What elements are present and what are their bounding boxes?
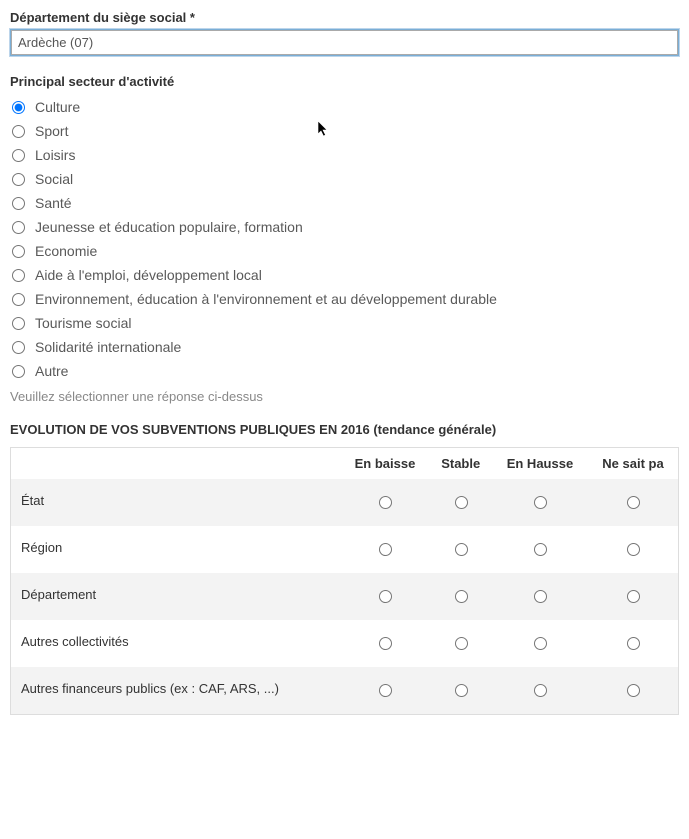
evolution-heading: EVOLUTION DE VOS SUBVENTIONS PUBLIQUES E…	[10, 422, 679, 437]
matrix-row-label-region: Région	[11, 526, 341, 573]
matrix-cell	[429, 573, 491, 620]
matrix-cell	[492, 620, 588, 667]
secteur-label-sport[interactable]: Sport	[35, 123, 68, 139]
secteur-label-jeunesse[interactable]: Jeunesse et éducation populaire, formati…	[35, 219, 303, 235]
secteur-option-economie: Economie	[10, 239, 679, 263]
secteur-label-solidarite[interactable]: Solidarité internationale	[35, 339, 181, 355]
secteur-radio-environnement[interactable]	[12, 293, 25, 306]
matrix-cell	[429, 479, 491, 526]
matrix-cell	[588, 620, 679, 667]
matrix-cell	[492, 479, 588, 526]
secteur-label-social[interactable]: Social	[35, 171, 73, 187]
matrix-radio-autres-coll-1[interactable]	[455, 637, 468, 650]
matrix-corner	[11, 448, 341, 480]
secteur-radio-social[interactable]	[12, 173, 25, 186]
matrix-radio-departement-2[interactable]	[534, 590, 547, 603]
secteur-radio-economie[interactable]	[12, 245, 25, 258]
matrix-cell	[429, 620, 491, 667]
matrix-cell	[492, 667, 588, 715]
matrix-radio-etat-1[interactable]	[455, 496, 468, 509]
matrix-radio-autres-coll-0[interactable]	[379, 637, 392, 650]
matrix-radio-autres-coll-2[interactable]	[534, 637, 547, 650]
matrix-radio-etat-3[interactable]	[627, 496, 640, 509]
secteur-radio-group: Culture Sport Loisirs Social Santé Jeunesse e…	[10, 95, 679, 383]
matrix-radio-autres-fin-3[interactable]	[627, 684, 640, 697]
matrix-radio-autres-fin-0[interactable]	[379, 684, 392, 697]
secteur-radio-sante[interactable]	[12, 197, 25, 210]
secteur-option-sport: Sport	[10, 119, 679, 143]
matrix-cell	[588, 667, 679, 715]
matrix-col-header: Ne sait pa	[588, 448, 679, 480]
matrix-radio-region-2[interactable]	[534, 543, 547, 556]
departement-select[interactable]	[11, 30, 678, 55]
secteur-radio-culture[interactable]	[12, 101, 25, 114]
secteur-radio-jeunesse[interactable]	[12, 221, 25, 234]
matrix-radio-autres-fin-1[interactable]	[455, 684, 468, 697]
secteur-option-autre: Autre	[10, 359, 679, 383]
secteur-label-culture[interactable]: Culture	[35, 99, 80, 115]
secteur-label-loisirs[interactable]: Loisirs	[35, 147, 75, 163]
secteur-radio-loisirs[interactable]	[12, 149, 25, 162]
secteur-option-sante: Santé	[10, 191, 679, 215]
matrix-cell	[341, 620, 430, 667]
table-row: État	[11, 479, 679, 526]
secteur-label-tourisme[interactable]: Tourisme social	[35, 315, 131, 331]
matrix-cell	[588, 479, 679, 526]
matrix-cell	[429, 526, 491, 573]
matrix-cell	[588, 573, 679, 620]
matrix-cell	[341, 667, 430, 715]
secteur-label-emploi[interactable]: Aide à l'emploi, développement local	[35, 267, 262, 283]
secteur-option-tourisme: Tourisme social	[10, 311, 679, 335]
secteur-option-jeunesse: Jeunesse et éducation populaire, formati…	[10, 215, 679, 239]
table-row: Autres collectivités	[11, 620, 679, 667]
table-row: Département	[11, 573, 679, 620]
matrix-row-label-etat: État	[11, 479, 341, 526]
matrix-radio-departement-3[interactable]	[627, 590, 640, 603]
matrix-row-label-autres-fin: Autres financeurs publics (ex : CAF, ARS…	[11, 667, 341, 715]
matrix-radio-region-0[interactable]	[379, 543, 392, 556]
matrix-radio-etat-0[interactable]	[379, 496, 392, 509]
matrix-radio-etat-2[interactable]	[534, 496, 547, 509]
secteur-radio-tourisme[interactable]	[12, 317, 25, 330]
secteur-option-emploi: Aide à l'emploi, développement local	[10, 263, 679, 287]
matrix-radio-region-3[interactable]	[627, 543, 640, 556]
matrix-cell	[492, 573, 588, 620]
matrix-row-label-departement: Département	[11, 573, 341, 620]
secteur-label: Principal secteur d'activité	[10, 74, 679, 89]
matrix-col-header: En Hausse	[492, 448, 588, 480]
secteur-label-autre[interactable]: Autre	[35, 363, 68, 379]
secteur-radio-autre[interactable]	[12, 365, 25, 378]
secteur-option-social: Social	[10, 167, 679, 191]
matrix-cell	[341, 526, 430, 573]
secteur-label-sante[interactable]: Santé	[35, 195, 72, 211]
matrix-cell	[341, 479, 430, 526]
matrix-cell	[492, 526, 588, 573]
matrix-radio-region-1[interactable]	[455, 543, 468, 556]
matrix-radio-autres-coll-3[interactable]	[627, 637, 640, 650]
secteur-label-economie[interactable]: Economie	[35, 243, 97, 259]
secteur-radio-solidarite[interactable]	[12, 341, 25, 354]
secteur-option-loisirs: Loisirs	[10, 143, 679, 167]
matrix-cell	[341, 573, 430, 620]
secteur-option-solidarite: Solidarité internationale	[10, 335, 679, 359]
secteur-hint: Veuillez sélectionner une réponse ci-des…	[10, 389, 679, 404]
secteur-option-culture: Culture	[10, 95, 679, 119]
matrix-col-header: En baisse	[341, 448, 430, 480]
secteur-radio-sport[interactable]	[12, 125, 25, 138]
table-row: Autres financeurs publics (ex : CAF, ARS…	[11, 667, 679, 715]
matrix-radio-autres-fin-2[interactable]	[534, 684, 547, 697]
matrix-col-header: Stable	[429, 448, 491, 480]
departement-select-wrap	[10, 29, 679, 56]
matrix-row-label-autres-coll: Autres collectivités	[11, 620, 341, 667]
departement-label: Département du siège social *	[10, 10, 679, 25]
secteur-radio-emploi[interactable]	[12, 269, 25, 282]
secteur-option-environnement: Environnement, éducation à l'environneme…	[10, 287, 679, 311]
matrix-cell	[588, 526, 679, 573]
matrix-radio-departement-1[interactable]	[455, 590, 468, 603]
secteur-label-environnement[interactable]: Environnement, éducation à l'environneme…	[35, 291, 497, 307]
matrix-cell	[429, 667, 491, 715]
evolution-table: En baisseStableEn HausseNe sait pa ÉtatR…	[10, 447, 679, 715]
matrix-radio-departement-0[interactable]	[379, 590, 392, 603]
table-row: Région	[11, 526, 679, 573]
